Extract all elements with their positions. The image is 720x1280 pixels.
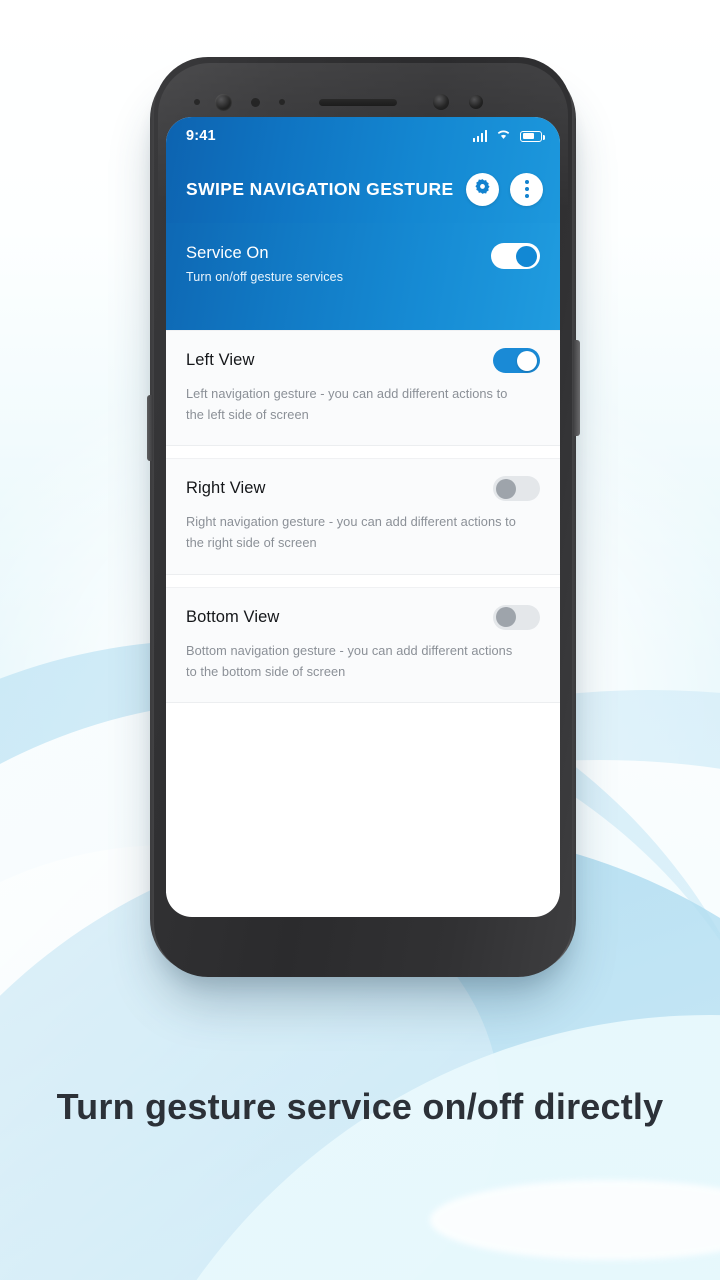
phone-screen: 9:41 SWIPE NAVIGATION GESTURE Service On…	[166, 117, 560, 917]
bottom-view-toggle[interactable]	[493, 604, 540, 630]
signal-icon	[472, 130, 487, 142]
gesture-settings-list: Left View Left navigation gesture - you …	[166, 330, 560, 894]
settings-button[interactable]	[466, 172, 499, 206]
phone-mockup: 9:41 SWIPE NAVIGATION GESTURE Service On…	[147, 55, 580, 980]
list-item-title: Bottom View	[186, 607, 280, 626]
list-item-title: Right View	[186, 479, 266, 498]
service-toggle-row[interactable]: Service On Turn on/off gesture services	[166, 223, 560, 330]
list-item-right-view[interactable]: Right View Right navigation gesture - yo…	[166, 458, 560, 575]
list-divider	[166, 446, 560, 459]
service-text: Service On Turn on/off gesture services	[186, 243, 343, 284]
toggle-knob	[496, 607, 516, 628]
volume-button[interactable]	[147, 395, 153, 461]
earpiece-speaker-icon	[319, 98, 397, 106]
status-bar-clock: 9:41	[186, 128, 216, 144]
status-bar: 9:41	[166, 117, 560, 155]
secondary-camera-icon	[469, 95, 483, 109]
service-subtitle: Turn on/off gesture services	[186, 270, 344, 284]
overflow-menu-button[interactable]	[510, 172, 543, 206]
list-item-left-view[interactable]: Left View Left navigation gesture - you …	[166, 330, 560, 447]
right-view-toggle[interactable]	[493, 476, 540, 502]
list-item-header: Bottom View	[186, 604, 540, 630]
list-item-header: Right View	[186, 476, 540, 502]
service-toggle[interactable]	[491, 243, 540, 269]
status-bar-icons	[472, 127, 545, 145]
left-view-toggle[interactable]	[493, 348, 540, 373]
wifi-icon	[496, 127, 511, 145]
proximity-sensor-icon	[251, 97, 260, 107]
list-item-description: Left navigation gesture - you can add di…	[186, 386, 508, 422]
list-item-title: Left View	[186, 351, 255, 369]
toggle-knob	[516, 245, 537, 267]
sensor-dot-icon	[194, 99, 200, 105]
toggle-knob	[517, 350, 537, 371]
iris-scanner-icon	[433, 94, 449, 110]
light-sensor-icon	[279, 99, 285, 105]
list-item-bottom-view[interactable]: Bottom View Bottom navigation gesture - …	[166, 586, 560, 704]
battery-icon	[520, 130, 545, 142]
list-item-description: Bottom navigation gesture - you can add …	[186, 642, 513, 679]
list-item-description: Right navigation gesture - you can add d…	[186, 514, 516, 551]
list-divider	[166, 574, 560, 587]
service-title: Service On	[186, 244, 269, 262]
promo-screenshot: 9:41 SWIPE NAVIGATION GESTURE Service On…	[0, 0, 720, 1280]
list-empty-area	[166, 703, 560, 894]
app-bar: 9:41 SWIPE NAVIGATION GESTURE Service On…	[166, 117, 560, 330]
phone-sensor-row	[154, 93, 572, 111]
app-bar-actions	[466, 172, 543, 206]
list-item-header: Left View	[186, 348, 540, 373]
page-title: SWIPE NAVIGATION GESTURE	[186, 178, 454, 199]
power-button[interactable]	[573, 340, 580, 436]
toggle-knob	[496, 478, 516, 499]
more-vertical-icon	[524, 180, 529, 198]
app-bar-title-row: SWIPE NAVIGATION GESTURE	[166, 155, 560, 223]
promo-caption: Turn gesture service on/off directly	[56, 1086, 664, 1127]
front-camera-icon	[215, 93, 232, 111]
gear-icon	[474, 178, 491, 200]
